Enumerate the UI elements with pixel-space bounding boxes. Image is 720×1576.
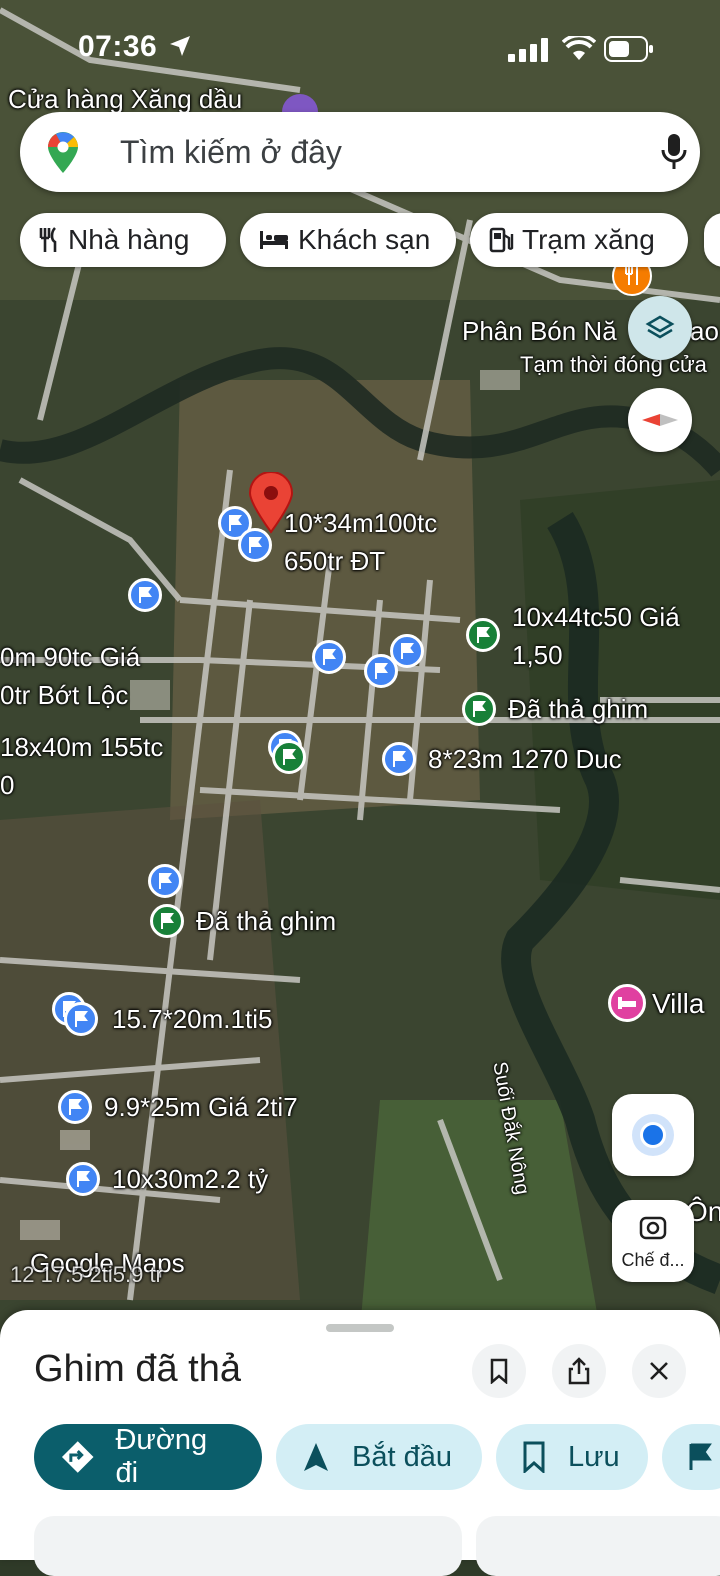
flag-icon: [689, 1443, 712, 1470]
pin-label-3[interactable]: 0m 90tc Giá 0tr Bớt Lộc: [0, 638, 140, 714]
compass-icon: [642, 414, 678, 426]
wifi-icon: [562, 36, 596, 60]
start-button[interactable]: Bắt đầu: [276, 1424, 482, 1490]
chip-label: Khách sạn: [298, 224, 431, 255]
search-input[interactable]: Tìm kiếm ở đây: [120, 134, 342, 171]
saved-pin-green-icon[interactable]: [466, 618, 500, 652]
label-fertilizer[interactable]: Phân Bón Nă: [462, 316, 617, 347]
location-arrow-icon: [170, 36, 190, 56]
chip-hotels[interactable]: Khách sạn: [240, 213, 456, 267]
pin-label-9[interactable]: 9.9*25m Giá 2ti7: [104, 1088, 298, 1126]
search-bar[interactable]: Tìm kiếm ở đây: [20, 112, 700, 192]
saved-pin-green-icon[interactable]: [272, 740, 306, 774]
pin-label-10[interactable]: 10x30m2.2 tỷ: [112, 1160, 268, 1198]
saved-pin-icon[interactable]: [58, 1090, 92, 1124]
close-button[interactable]: [632, 1344, 686, 1398]
label-cut-pin: 12 17.5 2ti5.9 tr: [10, 1262, 163, 1287]
save-label: Lưu: [568, 1440, 620, 1473]
bookmark-icon: [490, 1358, 508, 1384]
info-card[interactable]: [476, 1516, 720, 1576]
chip-restaurants[interactable]: Nhà hàng: [20, 213, 226, 267]
saved-pin-icon[interactable]: [148, 864, 182, 898]
saved-pin-green-icon[interactable]: [462, 692, 496, 726]
lens-button[interactable]: Chế đ...: [612, 1200, 694, 1282]
label-villa[interactable]: Villa: [652, 988, 704, 1020]
sheet-drag-handle[interactable]: [326, 1324, 394, 1332]
google-maps-logo-icon: [48, 132, 78, 173]
restaurant-icon: [38, 226, 60, 254]
my-location-button[interactable]: [612, 1094, 694, 1176]
chip-label: Trạm xăng: [522, 224, 655, 255]
compass-button[interactable]: [628, 388, 692, 452]
chip-label: Nhà hàng: [68, 224, 190, 255]
pin-label-5[interactable]: 18x40m 155tc 0: [0, 728, 163, 804]
directions-icon: [61, 1441, 94, 1473]
directions-button[interactable]: Đường đi: [34, 1424, 262, 1490]
lens-label: Chế đ...: [621, 1250, 685, 1270]
navigation-arrow-icon: [304, 1443, 328, 1471]
saved-pin-icon[interactable]: [364, 654, 398, 688]
saved-pin-icon[interactable]: [128, 578, 162, 612]
battery-icon: [604, 36, 653, 62]
share-button[interactable]: [552, 1344, 606, 1398]
info-card[interactable]: [34, 1516, 462, 1576]
pin-label-8[interactable]: 15.7*20m.1ti5: [112, 1000, 272, 1038]
save-bookmark-button[interactable]: [472, 1344, 526, 1398]
chip-gas-stations[interactable]: Trạm xăng: [470, 213, 688, 267]
saved-pin-icon[interactable]: [382, 742, 416, 776]
microphone-icon[interactable]: [660, 132, 688, 172]
lens-camera-icon: [639, 1216, 667, 1240]
pin-label-6[interactable]: 8*23m 1270 Duc: [428, 740, 622, 778]
saved-pin-green-icon[interactable]: [150, 904, 184, 938]
label-fertilizer-tail: ao: [690, 316, 719, 346]
gas-pump-icon: [488, 226, 514, 254]
pin-label-7[interactable]: Đã thả ghim: [196, 902, 336, 940]
start-label: Bắt đầu: [352, 1440, 452, 1473]
sheet-title: Ghim đã thả: [34, 1348, 241, 1390]
saved-pin-icon[interactable]: [312, 640, 346, 674]
status-time: 07:36: [78, 30, 158, 63]
pin-label-4[interactable]: Đã thả ghim: [508, 690, 648, 728]
saved-pin-icon[interactable]: [66, 1162, 100, 1196]
share-icon: [568, 1357, 590, 1385]
save-button[interactable]: Lưu: [496, 1424, 648, 1490]
bookmark-icon: [523, 1441, 545, 1473]
hotel-poi-icon[interactable]: [608, 984, 646, 1022]
pin-label-1[interactable]: 10*34m100tc 650tr ĐT: [284, 504, 437, 580]
close-icon: [650, 1362, 668, 1380]
more-action-button[interactable]: [662, 1424, 720, 1490]
pin-label-2[interactable]: 10x44tc50 Giá 1,50: [512, 598, 680, 674]
status-bar: 07:36: [0, 0, 720, 96]
label-closed: Tạm thời đóng cửa: [520, 352, 707, 377]
cellular-signal-icon: [508, 38, 548, 62]
place-bottom-sheet[interactable]: Ghim đã thả Đường đi Bắt đầu Lưu: [0, 1310, 720, 1576]
map-view[interactable]: Cửa hàng Xăng dầu Phân Bón Nă ao Tạm thờ…: [0, 0, 720, 1330]
saved-pin-icon[interactable]: [238, 528, 272, 562]
layers-icon: [645, 315, 675, 339]
directions-label: Đường đi: [115, 1424, 208, 1489]
saved-pin-icon[interactable]: [64, 1002, 98, 1036]
bed-icon: [258, 229, 290, 251]
my-location-icon: [640, 1122, 666, 1148]
layers-button[interactable]: [628, 296, 692, 360]
